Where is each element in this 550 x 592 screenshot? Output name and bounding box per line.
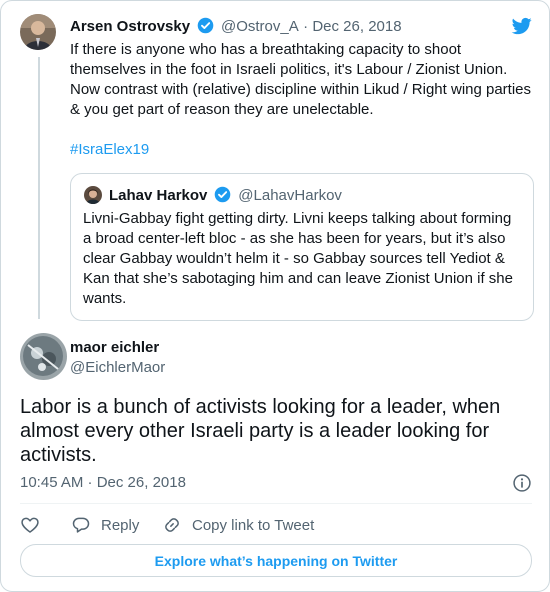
info-icon[interactable] xyxy=(512,473,532,493)
tweet-timestamp[interactable]: 10:45 AM · Dec 26, 2018 xyxy=(20,474,186,491)
text-line: a broad center-left bloc - as she has be… xyxy=(83,230,506,247)
reply-label: Reply xyxy=(101,516,140,534)
quoted-tweet-card[interactable]: Lahav Harkov @LahavHarkov Livni-Gabbay f… xyxy=(70,173,534,321)
divider xyxy=(20,503,532,504)
text-line: Livni-Gabbay fight getting dirty. Livni … xyxy=(83,210,512,227)
tweet-date[interactable]: Dec 26, 2018 xyxy=(312,18,401,35)
link-icon xyxy=(165,518,179,532)
twitter-bird-icon[interactable] xyxy=(511,16,533,36)
text-line: wants. xyxy=(83,290,127,307)
like-button[interactable] xyxy=(20,515,50,535)
text-line: themselves in the foot in Israeli politi… xyxy=(70,61,508,78)
verified-badge-icon xyxy=(197,17,213,34)
reply-bubble-icon xyxy=(72,517,90,533)
tweet-author-handle[interactable]: @EichlerMaor xyxy=(70,359,165,376)
copy-link-label: Copy link to Tweet xyxy=(192,516,315,534)
context-tweet-text: If there is anyone who has a breathtakin… xyxy=(70,40,540,160)
quoted-tweet-text: Livni-Gabbay fight getting dirty. Livni … xyxy=(83,209,523,309)
author-avatar-maor[interactable] xyxy=(20,333,67,380)
author-avatar-lahav xyxy=(84,186,102,204)
quoted-author-row: Lahav Harkov @LahavHarkov xyxy=(109,186,342,205)
text-line: Now contrast with (relative) discipline … xyxy=(70,81,532,98)
author-avatar-arsen[interactable] xyxy=(20,14,56,50)
author-row-arsen: Arsen Ostrovsky @Ostrov_A · Dec 26, 2018 xyxy=(70,17,402,35)
text-line: clear Gabbay wouldn’t helm it - so Gabba… xyxy=(83,250,505,267)
text-line: If there is anyone who has a breathtakin… xyxy=(70,41,462,58)
quoted-author-name: Lahav Harkov xyxy=(109,187,208,204)
tweet-text: Labor is a bunch of activists looking fo… xyxy=(20,396,501,466)
author-name[interactable]: Arsen Ostrovsky xyxy=(70,18,190,35)
verified-badge-icon xyxy=(214,186,231,203)
heart-icon xyxy=(21,517,39,533)
reply-button[interactable]: Reply xyxy=(71,515,139,535)
text-line: & you get part of reason they are unelec… xyxy=(70,101,374,118)
tweet-author-name[interactable]: maor eichler xyxy=(70,339,159,356)
quoted-author-handle: @LahavHarkov xyxy=(238,187,342,204)
copy-link-button[interactable]: Copy link to Tweet xyxy=(162,515,314,535)
explore-twitter-button[interactable]: Explore what’s happening on Twitter xyxy=(20,544,532,577)
author-handle[interactable]: @Ostrov_A xyxy=(221,18,299,35)
thread-connector-line xyxy=(38,57,40,319)
hashtag-link[interactable]: #IsraElex19 xyxy=(70,140,540,160)
tweet-embed-card: Arsen Ostrovsky @Ostrov_A · Dec 26, 2018… xyxy=(0,0,550,592)
text-line: Kan that she’s sabotaging him and can le… xyxy=(83,270,513,287)
